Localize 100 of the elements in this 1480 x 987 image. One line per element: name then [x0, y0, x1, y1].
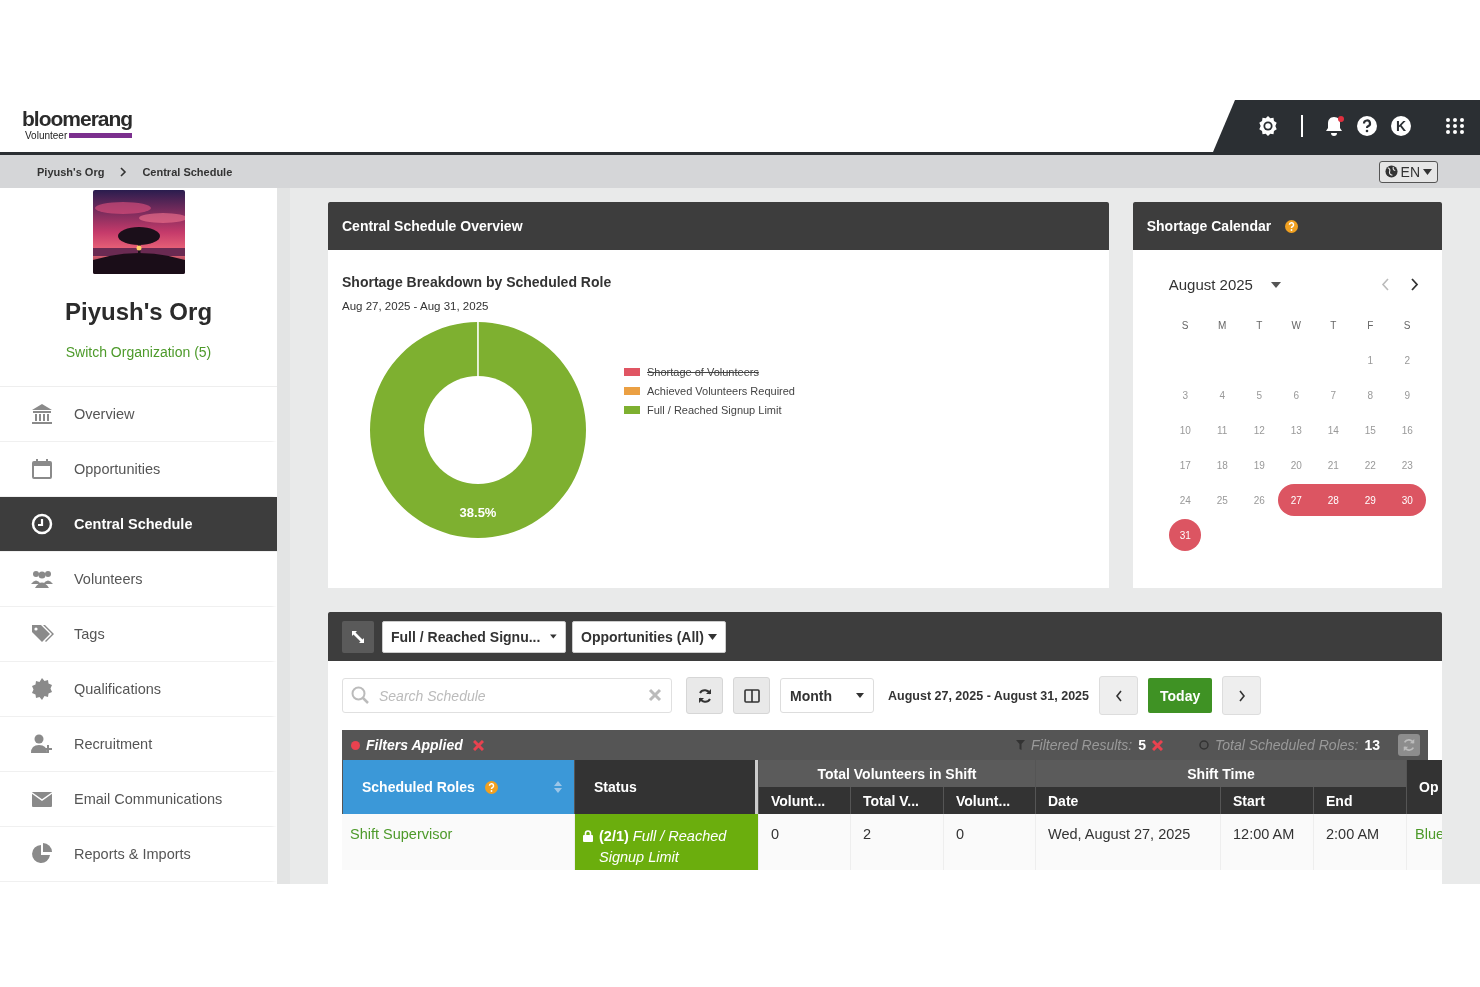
- sidebar-item[interactable]: Tags: [0, 607, 277, 662]
- logo-wordmark[interactable]: bloomerang: [22, 108, 133, 130]
- pie-chart-icon: [30, 842, 54, 866]
- expand-button[interactable]: [342, 620, 374, 653]
- date-range: August 27, 2025 - August 31, 2025: [888, 688, 1089, 703]
- refresh-icon: [1402, 738, 1416, 752]
- calendar-day[interactable]: 24: [1166, 484, 1204, 516]
- help-icon[interactable]: [1285, 219, 1299, 233]
- user-avatar[interactable]: K: [1391, 116, 1411, 136]
- calendar-day[interactable]: 27: [1277, 484, 1315, 516]
- calendar-day[interactable]: 21: [1314, 449, 1352, 481]
- calendar-day[interactable]: 20: [1277, 449, 1315, 481]
- column-header[interactable]: Start: [1220, 787, 1313, 814]
- sidebar-item-label: Recruitment: [74, 736, 153, 752]
- sidebar-item[interactable]: Email Communications: [0, 772, 277, 827]
- calendar-day[interactable]: 31: [1169, 519, 1202, 551]
- calendar-day[interactable]: 12: [1240, 414, 1278, 446]
- weekday-label: W: [1290, 318, 1302, 333]
- filtered-results-label: Filtered Results:: [1031, 737, 1133, 753]
- breadcrumb-link[interactable]: Piyush's Org: [37, 165, 105, 178]
- refresh-button[interactable]: [686, 677, 723, 714]
- settings-icon[interactable]: [1257, 115, 1279, 137]
- sidebar-item[interactable]: Central Schedule: [0, 497, 277, 552]
- search-icon: [351, 686, 369, 704]
- bank-icon: [30, 402, 54, 426]
- sidebar-item-label: Central Schedule: [74, 516, 193, 532]
- calendar-day[interactable]: 22: [1351, 449, 1389, 481]
- weekday-label: T: [1255, 318, 1264, 333]
- calendar-day[interactable]: 29: [1351, 484, 1389, 516]
- calendar-day[interactable]: 10: [1166, 414, 1204, 446]
- switch-organization-link[interactable]: Switch Organization (5): [65, 344, 212, 360]
- calendar-icon: [30, 457, 54, 481]
- calendar-day[interactable]: 11: [1203, 414, 1241, 446]
- calendar-day[interactable]: 3: [1166, 379, 1204, 411]
- sidebar-item[interactable]: Qualifications: [0, 662, 277, 717]
- status-dot: [351, 740, 360, 750]
- calendar-day[interactable]: 14: [1314, 414, 1352, 446]
- month-label[interactable]: August 2025: [1168, 276, 1253, 293]
- status-filter-dropdown[interactable]: Full / Reached Signu...: [382, 620, 566, 653]
- calendar-day[interactable]: 28: [1314, 484, 1352, 516]
- calendar-day[interactable]: 16: [1388, 414, 1426, 446]
- refresh-icon: [696, 687, 713, 704]
- chevron-right-icon: [118, 166, 129, 177]
- calendar-day[interactable]: 17: [1166, 449, 1204, 481]
- caret-icon: [1423, 168, 1432, 175]
- calendar-day[interactable]: 9: [1388, 379, 1426, 411]
- column-group-header: Total Volunteers in Shift: [758, 760, 1035, 787]
- logo-bar: [69, 133, 133, 138]
- next-month-icon[interactable]: [1410, 278, 1419, 291]
- column-header[interactable]: End: [1313, 787, 1406, 814]
- sidebar-item[interactable]: Overview: [0, 387, 277, 442]
- help-icon[interactable]: [1357, 116, 1377, 136]
- calendar-day[interactable]: 7: [1314, 379, 1352, 411]
- calendar-day[interactable]: 30: [1388, 484, 1426, 516]
- column-header[interactable]: Volunt...: [943, 787, 1035, 814]
- search-field[interactable]: Search Schedule: [342, 678, 672, 713]
- caret-icon[interactable]: [1270, 281, 1281, 288]
- language-dropdown[interactable]: EN: [1378, 160, 1438, 183]
- columns-button[interactable]: [733, 677, 770, 714]
- calendar-day[interactable]: 19: [1240, 449, 1278, 481]
- calendar-day[interactable]: 18: [1203, 449, 1241, 481]
- chevron-left-icon: [1114, 689, 1123, 702]
- today-button[interactable]: Today: [1148, 678, 1213, 713]
- role-link[interactable]: Shift Supervisor: [342, 814, 574, 870]
- card-title: Central Schedule Overview: [342, 218, 523, 234]
- calendar-day[interactable]: 4: [1203, 379, 1241, 411]
- column-header[interactable]: Status: [574, 760, 758, 814]
- legend-label[interactable]: Achieved Volunteers Required: [647, 385, 795, 397]
- caret-icon: [707, 633, 717, 640]
- total-roles-count: 13: [1364, 737, 1380, 753]
- sidebar-item[interactable]: Reports & Imports: [0, 827, 277, 882]
- column-header[interactable]: Total V...: [850, 787, 943, 814]
- legend-label[interactable]: Full / Reached Signup Limit: [647, 404, 782, 416]
- calendar-day[interactable]: 15: [1351, 414, 1389, 446]
- calendar-day[interactable]: 5: [1240, 379, 1278, 411]
- calendar-day[interactable]: 8: [1351, 379, 1389, 411]
- sidebar-item-label: Overview: [74, 406, 135, 422]
- notification-bell-icon[interactable]: [1325, 116, 1343, 136]
- sidebar-item-label: Qualifications: [74, 681, 162, 697]
- legend-label[interactable]: Shortage of Volunteers: [647, 366, 759, 378]
- sidebar-item-label: Volunteers: [74, 571, 143, 587]
- calendar-day[interactable]: 25: [1203, 484, 1241, 516]
- calendar-day[interactable]: 26: [1240, 484, 1278, 516]
- calendar-day[interactable]: 2: [1388, 344, 1426, 376]
- sidebar-item-label: Opportunities: [74, 461, 161, 477]
- weekday-label: S: [1180, 318, 1190, 333]
- calendar-day[interactable]: 1: [1351, 344, 1389, 376]
- column-header[interactable]: Date: [1035, 787, 1220, 814]
- calendar-day[interactable]: 13: [1277, 414, 1315, 446]
- column-header[interactable]: Op: [1406, 760, 1442, 814]
- column-header[interactable]: Volunt...: [758, 787, 850, 814]
- sidebar-item-label: Reports & Imports: [74, 846, 191, 862]
- calendar-day[interactable]: 23: [1388, 449, 1426, 481]
- view-dropdown[interactable]: Month: [780, 678, 874, 713]
- apps-grid-icon[interactable]: [1445, 117, 1465, 135]
- sidebar-item[interactable]: Volunteers: [0, 552, 277, 607]
- calendar-day[interactable]: 6: [1277, 379, 1315, 411]
- table-cell: 2:00 AM: [1313, 814, 1406, 870]
- opportunities-dropdown[interactable]: Opportunities (All): [572, 620, 726, 653]
- sidebar-item[interactable]: Recruitment: [0, 717, 277, 772]
